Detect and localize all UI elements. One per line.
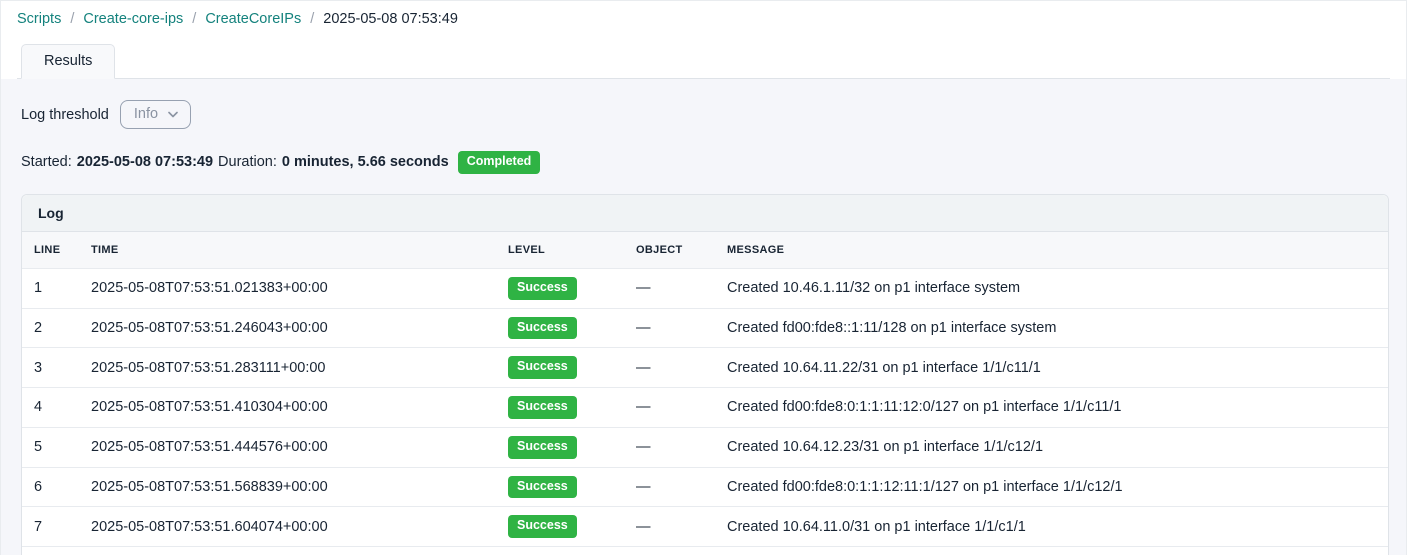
run-status-line: Started: 2025-05-08 07:53:49 Duration: 0…	[21, 151, 1390, 174]
breadcrumb-separator: /	[70, 11, 74, 27]
log-threshold-row: Log threshold Info	[21, 100, 1390, 129]
log-time: 2025-05-08T07:53:51.604074+00:00	[79, 507, 496, 547]
column-header-time: TIME	[79, 232, 496, 269]
column-header-message: MESSAGE	[715, 232, 1388, 269]
column-header-line: LINE	[22, 232, 79, 269]
breadcrumb-link-scripts[interactable]: Scripts	[17, 11, 61, 27]
log-message: Created fd00:fde8:0:1:1:11:21:0/127 on p…	[715, 547, 1388, 555]
level-badge: Success	[508, 476, 577, 499]
log-object: —	[624, 507, 715, 547]
table-row: 1 2025-05-08T07:53:51.021383+00:00 Succe…	[22, 268, 1388, 308]
log-threshold-select[interactable]: Info	[120, 100, 191, 129]
tab-content: Log threshold Info Started: 2025-05-08 0…	[1, 79, 1406, 555]
column-header-object: OBJECT	[624, 232, 715, 269]
status-badge: Completed	[458, 151, 541, 174]
table-row: 4 2025-05-08T07:53:51.410304+00:00 Succe…	[22, 388, 1388, 428]
log-card-title: Log	[22, 195, 1388, 232]
duration-value: 0 minutes, 5.66 seconds	[282, 154, 449, 170]
log-time: 2025-05-08T07:53:51.410304+00:00	[79, 388, 496, 428]
breadcrumb-link-create-core-ips[interactable]: Create-core-ips	[83, 11, 183, 27]
log-time: 2025-05-08T07:53:51.568839+00:00	[79, 467, 496, 507]
chevron-down-icon	[168, 111, 178, 118]
log-line-number: 8	[22, 547, 79, 555]
log-line-number: 2	[22, 308, 79, 348]
log-time: 2025-05-08T07:53:51.283111+00:00	[79, 348, 496, 388]
level-badge: Success	[508, 356, 577, 379]
breadcrumb-link-createcoreips[interactable]: CreateCoreIPs	[205, 11, 301, 27]
log-threshold-label: Log threshold	[21, 107, 109, 123]
started-value: 2025-05-08 07:53:49	[77, 154, 213, 170]
log-table-header: LINE TIME LEVEL OBJECT MESSAGE	[22, 232, 1388, 269]
page-header: Scripts / Create-core-ips / CreateCoreIP…	[1, 1, 1406, 79]
log-message: Created 10.64.11.0/31 on p1 interface 1/…	[715, 507, 1388, 547]
log-time: 2025-05-08T07:53:51.727317+00:00	[79, 547, 496, 555]
log-object: —	[624, 427, 715, 467]
tab-results[interactable]: Results	[21, 44, 115, 79]
log-message: Created fd00:fde8:0:1:1:11:12:0/127 on p…	[715, 388, 1388, 428]
script-result-page: Scripts / Create-core-ips / CreateCoreIP…	[0, 0, 1407, 555]
level-badge: Success	[508, 436, 577, 459]
breadcrumb-separator: /	[192, 11, 196, 27]
log-line-number: 4	[22, 388, 79, 428]
level-badge: Success	[508, 277, 577, 300]
log-object: —	[624, 268, 715, 308]
log-table: LINE TIME LEVEL OBJECT MESSAGE 1 2025-05…	[22, 232, 1388, 555]
log-line-number: 3	[22, 348, 79, 388]
log-table-body: 1 2025-05-08T07:53:51.021383+00:00 Succe…	[22, 268, 1388, 555]
log-line-number: 6	[22, 467, 79, 507]
log-message: Created fd00:fde8::1:11/128 on p1 interf…	[715, 308, 1388, 348]
log-line-number: 1	[22, 268, 79, 308]
log-message: Created 10.64.12.23/31 on p1 interface 1…	[715, 427, 1388, 467]
log-line-number: 5	[22, 427, 79, 467]
table-row: 3 2025-05-08T07:53:51.283111+00:00 Succe…	[22, 348, 1388, 388]
breadcrumb-current-run: 2025-05-08 07:53:49	[323, 11, 458, 27]
log-line-number: 7	[22, 507, 79, 547]
table-row: 6 2025-05-08T07:53:51.568839+00:00 Succe…	[22, 467, 1388, 507]
log-message: Created 10.64.11.22/31 on p1 interface 1…	[715, 348, 1388, 388]
log-time: 2025-05-08T07:53:51.021383+00:00	[79, 268, 496, 308]
duration-label: Duration:	[218, 154, 277, 170]
level-badge: Success	[508, 515, 577, 538]
started-label: Started:	[21, 154, 72, 170]
log-object: —	[624, 308, 715, 348]
log-object: —	[624, 388, 715, 428]
table-row: 8 2025-05-08T07:53:51.727317+00:00 Succe…	[22, 547, 1388, 555]
log-card: Log LINE TIME LEVEL OBJECT MESSAGE 1 202…	[21, 194, 1389, 555]
log-time: 2025-05-08T07:53:51.246043+00:00	[79, 308, 496, 348]
log-time: 2025-05-08T07:53:51.444576+00:00	[79, 427, 496, 467]
log-message: Created 10.46.1.11/32 on p1 interface sy…	[715, 268, 1388, 308]
tab-bar: Results	[17, 44, 1390, 79]
breadcrumb-separator: /	[310, 11, 314, 27]
log-object: —	[624, 547, 715, 555]
table-row: 5 2025-05-08T07:53:51.444576+00:00 Succe…	[22, 427, 1388, 467]
table-row: 2 2025-05-08T07:53:51.246043+00:00 Succe…	[22, 308, 1388, 348]
log-message: Created fd00:fde8:0:1:1:12:11:1/127 on p…	[715, 467, 1388, 507]
level-badge: Success	[508, 317, 577, 340]
log-threshold-value: Info	[134, 106, 158, 122]
level-badge: Success	[508, 396, 577, 419]
log-object: —	[624, 467, 715, 507]
table-row: 7 2025-05-08T07:53:51.604074+00:00 Succe…	[22, 507, 1388, 547]
breadcrumb: Scripts / Create-core-ips / CreateCoreIP…	[17, 11, 1390, 27]
log-object: —	[624, 348, 715, 388]
column-header-level: LEVEL	[496, 232, 624, 269]
